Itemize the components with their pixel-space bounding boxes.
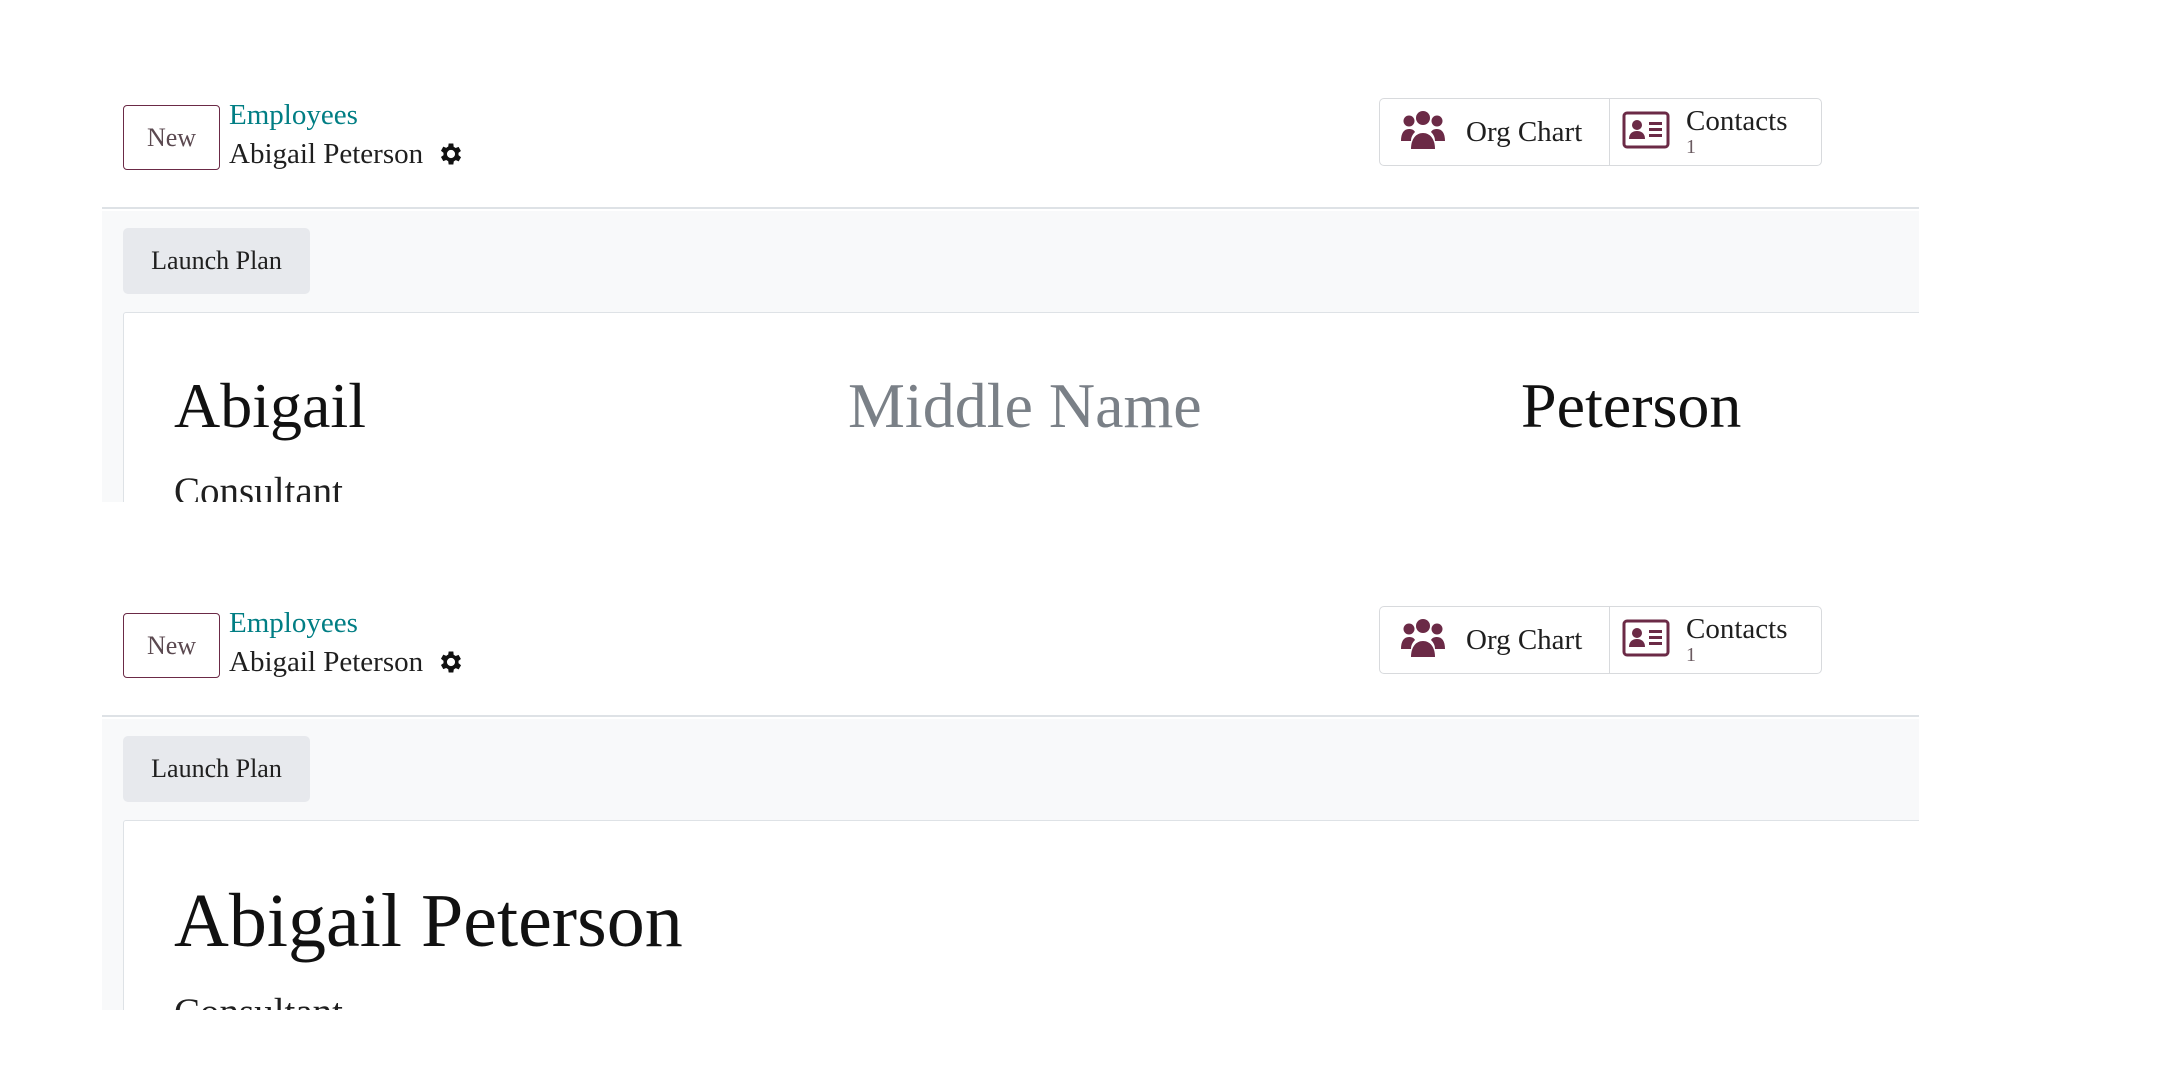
job-title-field[interactable]: Consultant [174, 470, 343, 502]
users-icon [1400, 617, 1446, 664]
org-chart-button[interactable]: Org Chart [1380, 607, 1610, 673]
new-button[interactable]: New [123, 105, 220, 170]
contacts-text: Contacts 1 [1686, 106, 1788, 158]
middle-name-field[interactable]: Middle Name [848, 368, 1202, 444]
smart-buttons: Org Chart Contacts 1 [1379, 98, 1822, 166]
breadcrumb-current: Abigail Peterson [229, 137, 465, 171]
smart-buttons: Org Chart Contacts 1 [1379, 606, 1822, 674]
form-statusbar: Launch Plan Abigail Peterson Consultant [102, 719, 1919, 1010]
gear-icon[interactable] [437, 140, 465, 168]
launch-plan-button[interactable]: Launch Plan [123, 228, 310, 294]
control-panel: New Employees Abigail Peterson Org Chart… [102, 565, 1919, 717]
breadcrumb-employees-link[interactable]: Employees [229, 606, 358, 640]
org-chart-label: Org Chart [1466, 115, 1583, 148]
first-name-field[interactable]: Abigail [174, 368, 366, 444]
form-sheet: Abigail Middle Name Peterson Consultant [123, 312, 1919, 502]
id-card-icon [1622, 111, 1670, 154]
form-sheet: Abigail Peterson Consultant [123, 820, 1919, 1010]
breadcrumb-current-label: Abigail Peterson [229, 646, 424, 678]
employee-form-split-name: New Employees Abigail Peterson Org Chart… [102, 57, 1919, 502]
job-title-field[interactable]: Consultant [174, 991, 343, 1010]
control-panel: New Employees Abigail Peterson Org Chart… [102, 57, 1919, 209]
gear-icon[interactable] [437, 648, 465, 676]
employee-form-full-name: New Employees Abigail Peterson Org Chart… [102, 565, 1919, 1010]
org-chart-button[interactable]: Org Chart [1380, 99, 1610, 165]
contacts-count: 1 [1686, 644, 1696, 666]
launch-plan-button[interactable]: Launch Plan [123, 736, 310, 802]
new-button[interactable]: New [123, 613, 220, 678]
breadcrumb-current: Abigail Peterson [229, 645, 465, 679]
employee-name-field[interactable]: Abigail Peterson [174, 876, 683, 966]
breadcrumb-current-label: Abigail Peterson [229, 138, 424, 170]
contacts-label: Contacts [1686, 613, 1788, 645]
contacts-count: 1 [1686, 136, 1696, 158]
contacts-button[interactable]: Contacts 1 [1610, 607, 1821, 673]
contacts-text: Contacts 1 [1686, 614, 1788, 666]
org-chart-label: Org Chart [1466, 623, 1583, 656]
contacts-label: Contacts [1686, 105, 1788, 137]
form-statusbar: Launch Plan Abigail Middle Name Peterson… [102, 211, 1919, 502]
users-icon [1400, 109, 1446, 156]
last-name-field[interactable]: Peterson [1521, 368, 1741, 444]
contacts-button[interactable]: Contacts 1 [1610, 99, 1821, 165]
breadcrumb-employees-link[interactable]: Employees [229, 98, 358, 132]
id-card-icon [1622, 619, 1670, 662]
